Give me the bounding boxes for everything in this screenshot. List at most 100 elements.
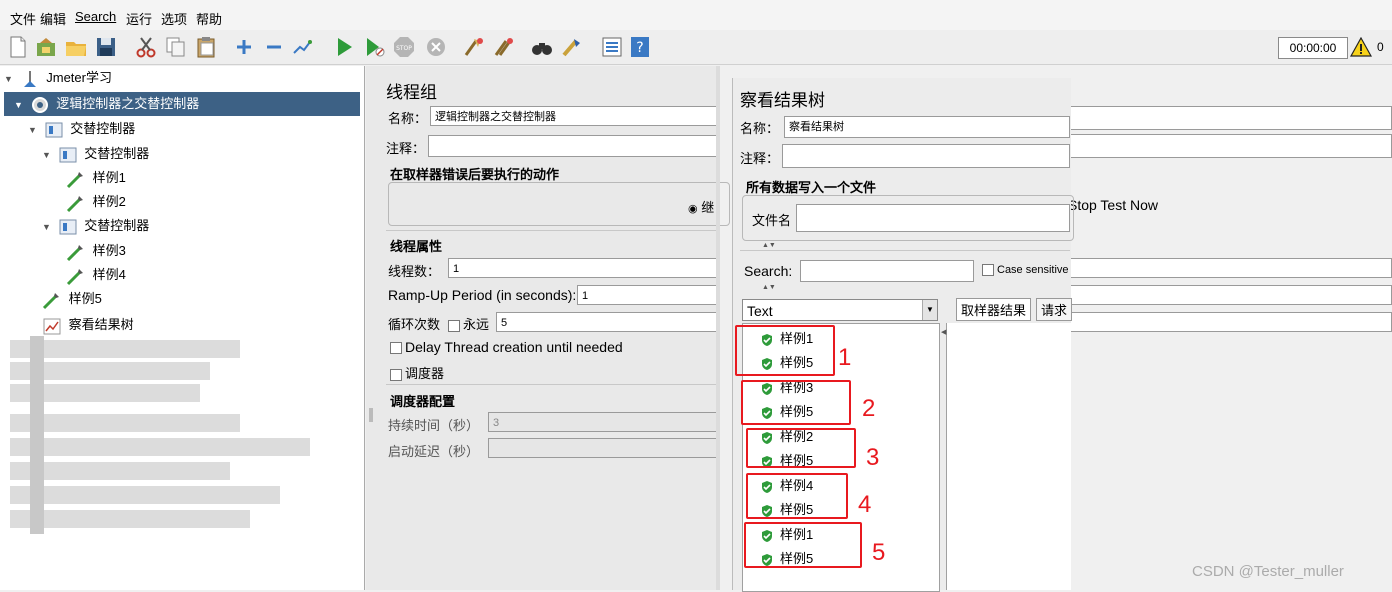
search-field-extension [1070,258,1392,278]
new-file-icon[interactable] [6,35,30,59]
tree-node-sampler[interactable]: 样例1 [66,167,126,189]
function-helper-icon[interactable] [600,35,624,59]
search-input[interactable] [800,260,974,282]
annotation-box [735,325,835,376]
open-icon[interactable] [64,35,88,59]
sampler-pipette-icon [66,193,86,213]
tree-node-alternate-controller[interactable]: ▼ 交替控制器 [42,215,149,237]
field-extension [1070,312,1392,332]
splitter-arrows-icon[interactable]: ▲▼ [762,242,776,249]
start-no-pauses-icon[interactable] [362,35,386,59]
search-label: Search: [744,263,793,279]
splitter-arrows-icon[interactable]: ▲▼ [762,284,776,291]
menu-run[interactable]: 运行 [126,9,152,28]
menu-options[interactable]: 选项 [161,9,187,28]
sampler-pipette-icon [66,242,86,262]
case-sensitive-label: Case sensitive [997,264,1069,276]
collapse-toggle-icon[interactable]: ▼ [42,144,54,166]
name-field-extension [1070,106,1392,130]
collapse-toggle-icon[interactable]: ▼ [28,119,40,141]
startup-delay-field[interactable] [488,438,720,458]
annotation-number: 5 [872,539,886,566]
checkbox-box [390,368,402,381]
continue-label: 继 [701,200,715,215]
menu-help[interactable]: 帮助 [196,9,222,28]
elapsed-time: 00:00:00 [1278,37,1348,59]
copy-icon[interactable] [164,35,188,59]
tree-node-listener[interactable]: 察看结果树 [42,314,134,336]
help-icon[interactable]: ? [628,35,652,59]
warning-indicator[interactable]: 0 [1350,37,1390,59]
tree-node-label: 样例2 [92,194,126,209]
divider [386,384,718,385]
chevron-down-icon: ▼ [922,300,937,320]
forever-label: 永远 [463,317,490,332]
rt-comment-field[interactable] [782,144,1070,168]
menu-search[interactable]: Search [75,9,116,24]
tab-request[interactable]: 请求 [1036,298,1073,321]
name-field[interactable]: 逻辑控制器之交替控制器 [430,106,720,126]
comment-field-extension [1070,134,1392,158]
templates-icon[interactable] [34,35,58,59]
tree-node-sampler[interactable]: 样例3 [66,240,126,262]
tree-node-root[interactable]: ▼ Jmeter学习 [4,67,112,89]
collapse-toggle-icon[interactable]: ▼ [42,216,54,238]
divider [740,250,1070,251]
filename-field[interactable] [796,204,1070,232]
write-to-file-section: 所有数据写入一个文件 [746,180,877,195]
controller-icon [44,120,64,140]
clear-icon[interactable] [462,35,486,59]
rt-name-field[interactable]: 察看结果树 [784,116,1070,138]
continue-radio[interactable]: ◉ 继 [688,197,714,216]
tree-node-label: 交替控制器 [84,146,150,161]
delay-thread-checkbox[interactable]: Delay Thread creation until needed [390,339,623,355]
rampup-field[interactable]: 1 [577,285,720,305]
tree-node-alternate-controller[interactable]: ▼ 交替控制器 [42,143,149,165]
tree-node-sampler[interactable]: 样例2 [66,191,126,213]
clear-all-icon[interactable] [492,35,516,59]
tree-node-alternate-controller[interactable]: ▼ 交替控制器 [28,118,135,140]
duration-field[interactable]: 3 [488,412,720,432]
test-plan-icon [20,69,40,89]
toggle-icon[interactable] [290,35,314,59]
menu-bar: 文件 编辑 Search 运行 选项 帮助 [0,0,1392,30]
tree-node-thread-group[interactable]: ▼ 逻辑控制器之交替控制器 [14,93,199,115]
annotation-number: 1 [838,344,852,371]
paste-icon[interactable] [194,35,218,59]
tree-node-label: Jmeter学习 [46,70,112,85]
splitter-arrow-icon[interactable]: ◀ [941,328,946,336]
tab-sampler-result[interactable]: 取样器结果 [956,298,1032,321]
reset-search-icon[interactable] [560,35,584,59]
collapse-icon[interactable] [262,35,286,59]
warning-count: 0 [1377,40,1384,54]
menu-file[interactable]: 文件 [10,9,36,28]
stop-icon[interactable]: STOP [392,35,416,59]
loop-count-label: 循环次数 [388,317,441,332]
checkbox-box [982,264,994,277]
scheduler-checkbox[interactable]: 调度器 [390,363,444,382]
splitter-handle[interactable] [369,408,373,422]
forever-checkbox[interactable]: 永远 [448,314,489,333]
collapse-toggle-icon[interactable]: ▼ [14,94,26,116]
cut-icon[interactable] [134,35,158,59]
expand-icon[interactable] [232,35,256,59]
start-icon[interactable] [332,35,356,59]
divider [386,230,718,231]
annotation-box [746,428,856,468]
collapse-toggle-icon[interactable]: ▼ [4,68,16,90]
on-error-section-title: 在取样器错误后要执行的动作 [390,167,560,182]
loop-count-field[interactable]: 5 [496,312,720,332]
case-sensitive-checkbox[interactable]: Case sensitive [982,264,1069,277]
tree-node-sampler[interactable]: 样例5 [42,288,102,310]
comment-field[interactable] [428,135,720,157]
search-icon[interactable] [530,35,554,59]
svg-text:?: ? [636,40,643,56]
renderer-select[interactable]: Text ▼ [742,299,938,321]
save-icon[interactable] [94,35,118,59]
shutdown-icon[interactable] [424,35,448,59]
menu-edit[interactable]: 编辑 [40,9,66,28]
tree-node-label: 察看结果树 [68,317,134,332]
tree-node-sampler[interactable]: 样例4 [66,264,126,286]
toolbar: STOP ? [0,30,1392,65]
threads-field[interactable]: 1 [448,258,720,278]
